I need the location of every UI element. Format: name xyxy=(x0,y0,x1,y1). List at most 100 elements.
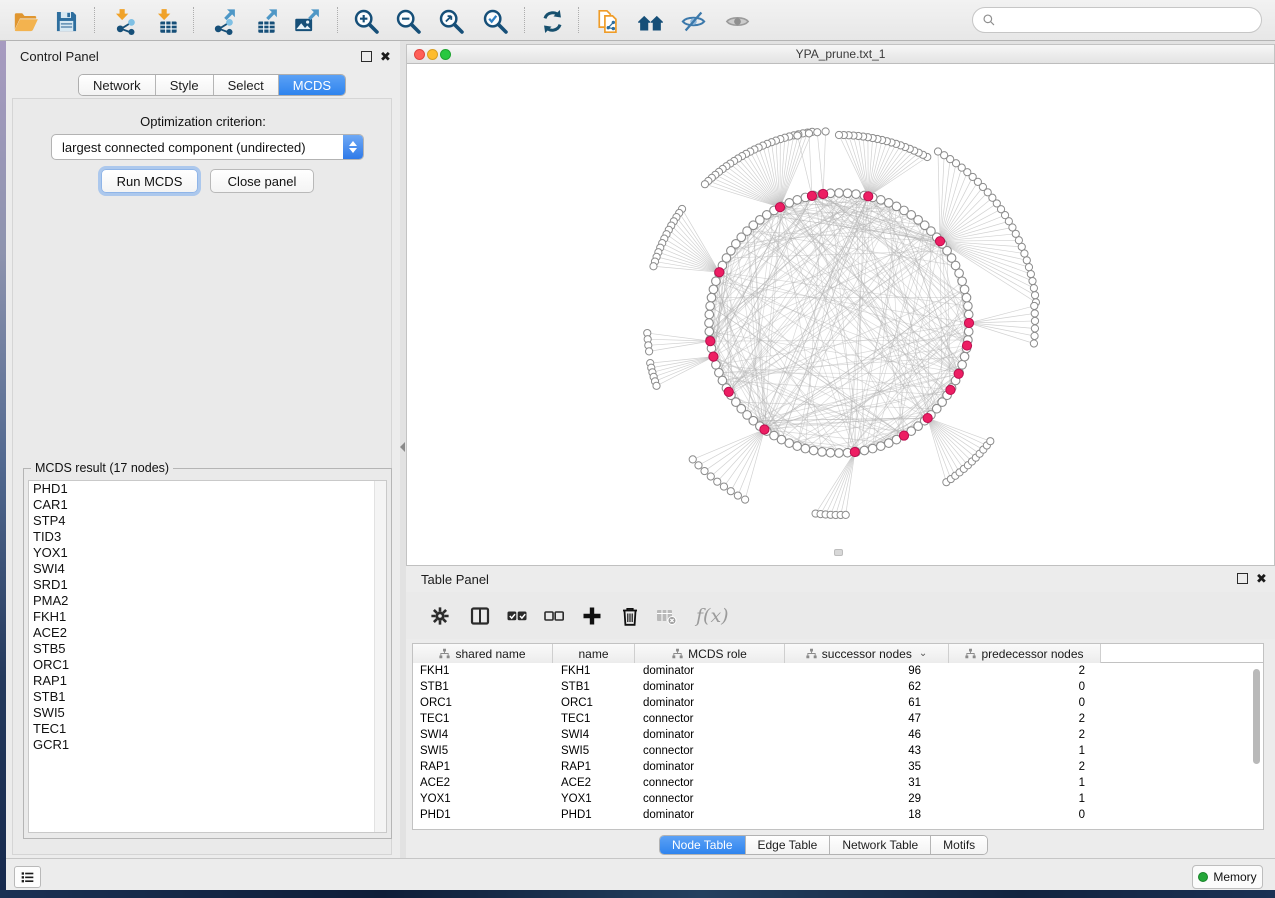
table-row[interactable]: STB1STB1dominator620 xyxy=(413,679,1263,695)
tab-mcds[interactable]: MCDS xyxy=(279,75,345,95)
mcds-result-item[interactable]: STP4 xyxy=(29,513,386,529)
tab-edge-table[interactable]: Edge Table xyxy=(746,836,831,854)
toggle-column-panel-button[interactable] xyxy=(466,602,494,630)
column-header-name[interactable]: name xyxy=(553,644,635,663)
search-input[interactable] xyxy=(1001,10,1261,30)
table-cell: dominator xyxy=(635,663,785,679)
close-table-panel-icon[interactable]: ✖ xyxy=(1256,573,1267,584)
first-neighbors-button[interactable] xyxy=(635,5,667,37)
column-header-mcds-role[interactable]: MCDS role xyxy=(635,644,785,663)
table-cell: FKH1 xyxy=(413,663,553,679)
zoom-selected-button[interactable] xyxy=(480,5,512,37)
table-cell: 0 xyxy=(949,807,1101,823)
table-cell: 46 xyxy=(785,727,949,743)
table-cell: 43 xyxy=(785,743,949,759)
hide-selected-button[interactable] xyxy=(678,5,710,37)
network-window-titlebar[interactable]: YPA_prune.txt_1 xyxy=(407,45,1274,64)
mcds-result-item[interactable]: RAP1 xyxy=(29,673,386,689)
function-builder-icon: f(x) xyxy=(696,605,729,627)
table-scrollbar[interactable] xyxy=(1251,664,1262,829)
import-network-button[interactable] xyxy=(109,5,141,37)
table-scrollbar-thumb[interactable] xyxy=(1253,669,1260,764)
new-network-from-selection-button[interactable] xyxy=(593,5,625,37)
export-image-button[interactable] xyxy=(291,5,323,37)
column-header-predecessor-nodes[interactable]: predecessor nodes xyxy=(949,644,1101,663)
tab-style[interactable]: Style xyxy=(156,75,214,95)
mcds-result-item[interactable]: SRD1 xyxy=(29,577,386,593)
mcds-result-item[interactable]: ACE2 xyxy=(29,625,386,641)
mcds-result-item[interactable]: GCR1 xyxy=(29,737,386,753)
table-cell: 18 xyxy=(785,807,949,823)
mcds-result-item[interactable]: PMA2 xyxy=(29,593,386,609)
export-image-icon xyxy=(293,8,320,35)
mcds-result-item[interactable]: YOX1 xyxy=(29,545,386,561)
network-canvas[interactable] xyxy=(407,64,1274,565)
criterion-dropdown[interactable]: largest connected component (undirected) xyxy=(51,134,364,160)
table-row[interactable]: SWI5SWI5connector431 xyxy=(413,743,1263,759)
tab-network[interactable]: Network xyxy=(79,75,156,95)
select-all-rows-button[interactable] xyxy=(503,602,531,630)
mcds-result-item[interactable]: STB5 xyxy=(29,641,386,657)
import-table-button[interactable] xyxy=(151,5,183,37)
mcds-result-item[interactable]: ORC1 xyxy=(29,657,386,673)
mcds-list-scrollbar[interactable] xyxy=(374,481,386,832)
save-session-button[interactable] xyxy=(51,5,83,37)
table-cell: ACE2 xyxy=(413,775,553,791)
open-session-button[interactable] xyxy=(10,5,42,37)
memory-button[interactable]: Memory xyxy=(1192,865,1263,889)
table-row[interactable]: YOX1YOX1connector291 xyxy=(413,791,1263,807)
mcds-result-list[interactable]: PHD1CAR1STP4TID3YOX1SWI4SRD1PMA2FKH1ACE2… xyxy=(28,480,387,833)
table-row[interactable]: PHD1PHD1dominator180 xyxy=(413,807,1263,823)
export-table-icon xyxy=(251,8,278,35)
table-row[interactable]: TEC1TEC1connector472 xyxy=(413,711,1263,727)
splitter-collapse-icon[interactable] xyxy=(400,442,405,452)
mcds-result-item[interactable]: SWI5 xyxy=(29,705,386,721)
close-panel-icon[interactable]: ✖ xyxy=(380,51,391,62)
mcds-result-item[interactable]: TEC1 xyxy=(29,721,386,737)
float-panel-icon[interactable] xyxy=(361,51,372,62)
memory-label: Memory xyxy=(1213,870,1256,884)
refresh-layout-button[interactable] xyxy=(537,5,569,37)
deselect-all-rows-button[interactable] xyxy=(540,602,568,630)
mcds-result-item[interactable]: TID3 xyxy=(29,529,386,545)
mcds-result-item[interactable]: STB1 xyxy=(29,689,386,705)
tab-node-table[interactable]: Node Table xyxy=(660,836,746,854)
table-settings-button[interactable] xyxy=(426,602,454,630)
column-header-shared-name[interactable]: shared name xyxy=(413,644,553,663)
add-column-button[interactable] xyxy=(578,602,606,630)
zoom-fit-button[interactable] xyxy=(436,5,468,37)
tab-select[interactable]: Select xyxy=(214,75,279,95)
zoom-out-button[interactable] xyxy=(393,5,425,37)
zoom-in-button[interactable] xyxy=(351,5,383,37)
column-header-successor-nodes[interactable]: successor nodes⌄ xyxy=(785,644,949,663)
mcds-result-item[interactable]: CAR1 xyxy=(29,497,386,513)
export-table-button[interactable] xyxy=(249,5,281,37)
table-cell: ORC1 xyxy=(413,695,553,711)
tab-motifs[interactable]: Motifs xyxy=(931,836,987,854)
table-row[interactable]: FKH1FKH1dominator962 xyxy=(413,663,1263,679)
mcds-result-item[interactable]: SWI4 xyxy=(29,561,386,577)
deselect-all-rows-icon xyxy=(542,604,566,628)
float-table-panel-icon[interactable] xyxy=(1237,573,1248,584)
table-cell: RAP1 xyxy=(553,759,635,775)
toolbar-separator xyxy=(94,7,95,33)
mcds-result-item[interactable]: FKH1 xyxy=(29,609,386,625)
delete-column-button[interactable] xyxy=(616,602,644,630)
close-panel-button[interactable]: Close panel xyxy=(210,169,314,193)
table-cell: 1 xyxy=(949,743,1101,759)
panel-menu-button[interactable] xyxy=(14,866,41,888)
table-row[interactable]: RAP1RAP1dominator352 xyxy=(413,759,1263,775)
table-cell: dominator xyxy=(635,679,785,695)
search-box[interactable] xyxy=(972,7,1262,33)
tab-network-table[interactable]: Network Table xyxy=(830,836,931,854)
toggle-column-panel-icon xyxy=(468,604,492,628)
table-cell: ORC1 xyxy=(553,695,635,711)
table-row[interactable]: ORC1ORC1dominator610 xyxy=(413,695,1263,711)
export-network-button[interactable] xyxy=(207,5,239,37)
table-toolbar: f(x) xyxy=(406,592,1275,639)
run-mcds-button[interactable]: Run MCDS xyxy=(101,169,198,193)
mcds-result-item[interactable]: PHD1 xyxy=(29,481,386,497)
panel-splitter-grip[interactable] xyxy=(834,549,843,556)
table-row[interactable]: ACE2ACE2connector311 xyxy=(413,775,1263,791)
table-row[interactable]: SWI4SWI4dominator462 xyxy=(413,727,1263,743)
